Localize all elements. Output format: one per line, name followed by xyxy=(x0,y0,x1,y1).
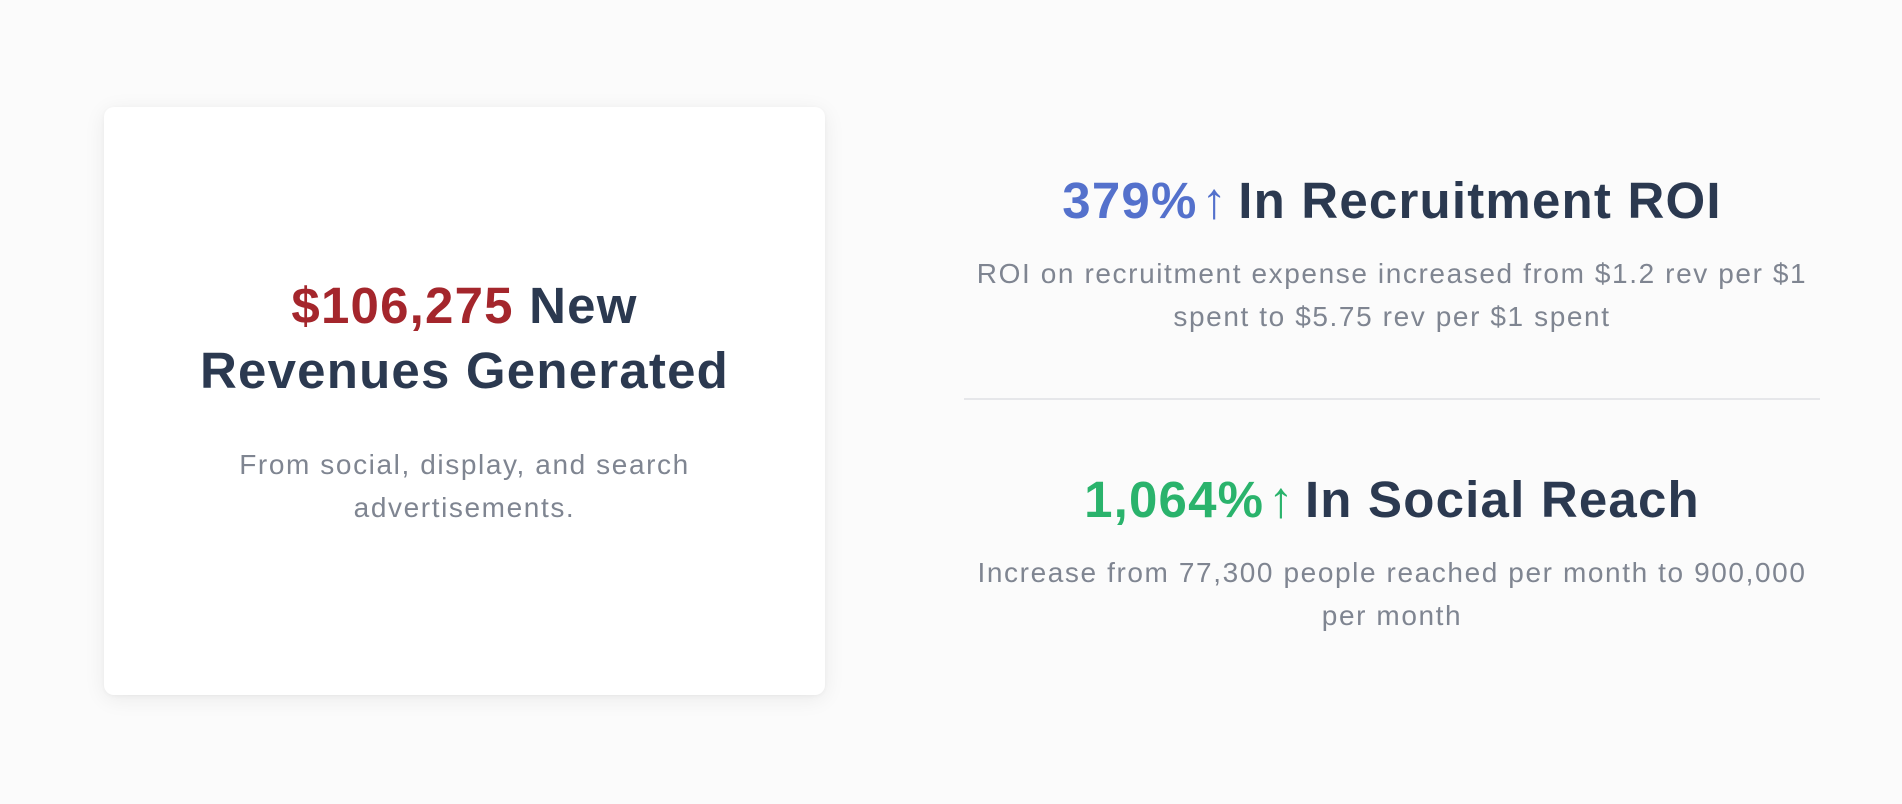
stat-value: 379% xyxy=(1062,172,1198,229)
stat-value: 1,064% xyxy=(1084,471,1265,528)
stat-label: In Social Reach xyxy=(1304,471,1700,528)
stat-description: Increase from 77,300 people reached per … xyxy=(977,557,1807,631)
stat-title: 379%↑ In Recruitment ROI xyxy=(964,166,1820,236)
stat-social-reach: 1,064%↑ In Social Reach Increase from 77,… xyxy=(964,465,1820,637)
stat-description: ROI on recruitment expense increased fro… xyxy=(976,258,1808,332)
revenue-card: $106,275 New Revenues Generated From soc… xyxy=(104,107,825,695)
revenue-description: From social, display, and search adverti… xyxy=(239,449,690,523)
arrow-up-icon: ↑ xyxy=(1201,172,1229,229)
results-section: $106,275 New Revenues Generated From soc… xyxy=(0,0,1902,804)
stat-label: In Recruitment ROI xyxy=(1238,172,1722,229)
arrow-up-icon: ↑ xyxy=(1268,471,1295,528)
stat-title: 1,064%↑ In Social Reach xyxy=(964,465,1820,535)
divider xyxy=(964,398,1820,400)
revenue-amount: $106,275 xyxy=(291,277,514,334)
revenue-headline: $106,275 New Revenues Generated xyxy=(165,273,765,403)
stat-recruitment-roi: 379%↑ In Recruitment ROI ROI on recruitme… xyxy=(964,166,1820,338)
